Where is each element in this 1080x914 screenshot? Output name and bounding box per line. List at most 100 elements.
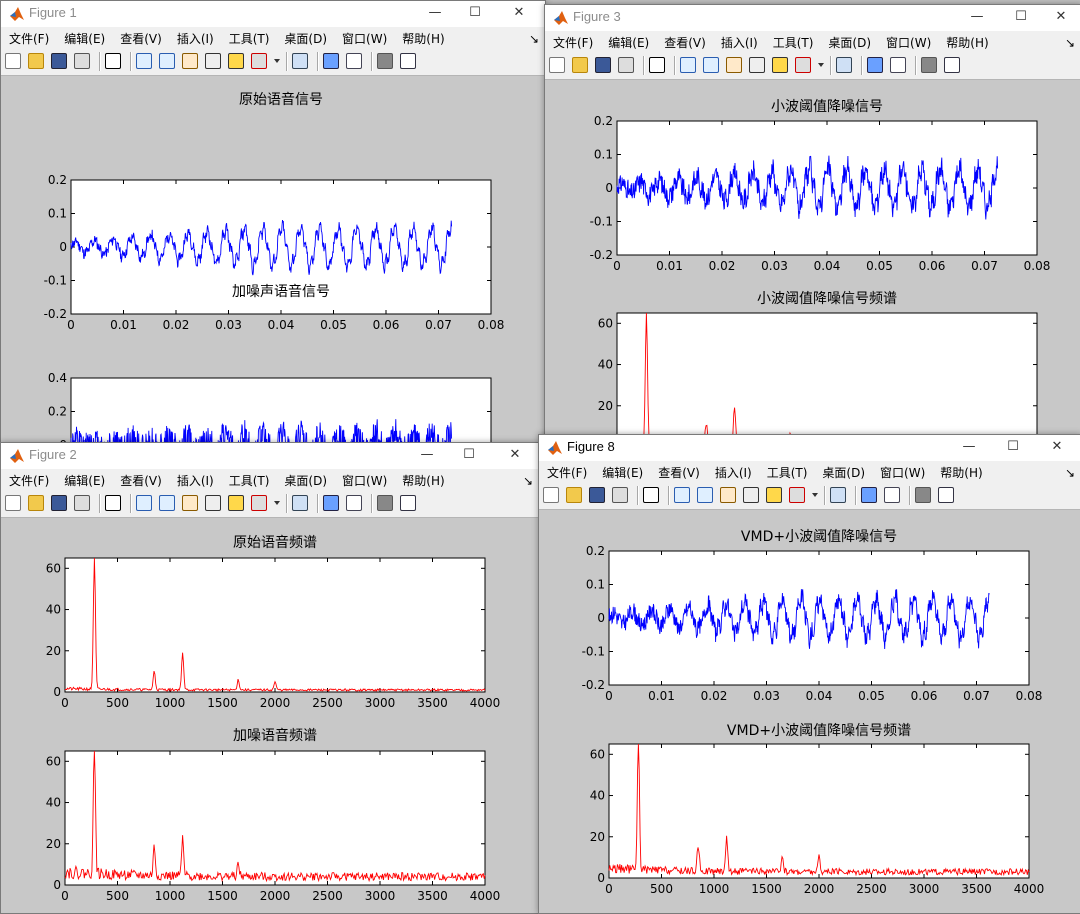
menu-file[interactable]: 文件(F) — [553, 31, 593, 51]
zoom-out-icon[interactable] — [703, 57, 719, 73]
dropdown-arrow-icon[interactable] — [818, 63, 824, 67]
menu-tools[interactable]: 工具(T) — [229, 469, 270, 489]
zoom-in-icon[interactable] — [136, 495, 152, 511]
show-tools-icon[interactable] — [400, 53, 416, 69]
menu-tools[interactable]: 工具(T) — [767, 461, 808, 481]
print-icon[interactable] — [612, 487, 628, 503]
brush-icon[interactable] — [251, 53, 267, 69]
menu-window[interactable]: 窗口(W) — [886, 31, 931, 51]
open-file-icon[interactable] — [28, 495, 44, 511]
show-tools-icon[interactable] — [400, 495, 416, 511]
menu-desktop[interactable]: 桌面(D) — [828, 31, 871, 51]
link-plot-icon[interactable] — [292, 53, 308, 69]
colorbar-icon[interactable] — [867, 57, 883, 73]
menu-window[interactable]: 窗口(W) — [342, 27, 387, 47]
dropdown-arrow-icon[interactable] — [274, 59, 280, 63]
close-button[interactable]: ✕ — [499, 1, 539, 27]
menu-insert[interactable]: 插入(I) — [715, 461, 752, 481]
menu-insert[interactable]: 插入(I) — [177, 469, 214, 489]
dropdown-arrow-icon[interactable] — [274, 501, 280, 505]
figure-2-window[interactable]: Figure 2 — ☐ ✕ 文件(F) 编辑(E) 查看(V) 插入(I) 工具(T)… — [0, 442, 540, 914]
menu-tools[interactable]: 工具(T) — [229, 27, 270, 47]
menu-desktop[interactable]: 桌面(D) — [284, 469, 327, 489]
edit-plot-icon[interactable] — [105, 53, 121, 69]
print-icon[interactable] — [74, 53, 90, 69]
menu-insert[interactable]: 插入(I) — [721, 31, 758, 51]
title-bar[interactable]: Figure 8 — ☐ ✕ — [539, 435, 1080, 461]
close-button[interactable]: ✕ — [1041, 5, 1080, 31]
data-cursor-icon[interactable] — [772, 57, 788, 73]
menu-help[interactable]: 帮助(H) — [402, 469, 444, 489]
new-figure-icon[interactable] — [5, 53, 21, 69]
legend-icon[interactable] — [346, 53, 362, 69]
maximize-button[interactable]: ☐ — [1001, 5, 1041, 31]
show-tools-icon[interactable] — [944, 57, 960, 73]
brush-icon[interactable] — [795, 57, 811, 73]
menu-help[interactable]: 帮助(H) — [946, 31, 988, 51]
maximize-button[interactable]: ☐ — [449, 443, 489, 469]
rotate-3d-icon[interactable] — [749, 57, 765, 73]
open-file-icon[interactable] — [28, 53, 44, 69]
open-file-icon[interactable] — [572, 57, 588, 73]
menu-desktop[interactable]: 桌面(D) — [822, 461, 865, 481]
minimize-button[interactable]: — — [949, 435, 989, 461]
title-bar[interactable]: Figure 2 — ☐ ✕ — [1, 443, 539, 469]
link-plot-icon[interactable] — [830, 487, 846, 503]
figure-1-window[interactable]: Figure 1 — ☐ ✕ 文件(F) 编辑(E) 查看(V) 插入(I) 工具(T)… — [0, 0, 546, 452]
dock-button[interactable]: ↘ — [1065, 33, 1075, 50]
hide-tools-icon[interactable] — [377, 495, 393, 511]
legend-icon[interactable] — [884, 487, 900, 503]
minimize-button[interactable]: — — [415, 1, 455, 27]
rotate-3d-icon[interactable] — [743, 487, 759, 503]
rotate-3d-icon[interactable] — [205, 495, 221, 511]
rotate-3d-icon[interactable] — [205, 53, 221, 69]
new-figure-icon[interactable] — [543, 487, 559, 503]
menu-view[interactable]: 查看(V) — [664, 31, 706, 51]
print-icon[interactable] — [618, 57, 634, 73]
pan-icon[interactable] — [720, 487, 736, 503]
link-plot-icon[interactable] — [836, 57, 852, 73]
pan-icon[interactable] — [182, 495, 198, 511]
close-button[interactable]: ✕ — [495, 443, 535, 469]
hide-tools-icon[interactable] — [915, 487, 931, 503]
dock-button[interactable]: ↘ — [523, 471, 533, 488]
colorbar-icon[interactable] — [323, 495, 339, 511]
menu-insert[interactable]: 插入(I) — [177, 27, 214, 47]
menu-file[interactable]: 文件(F) — [547, 461, 587, 481]
zoom-in-icon[interactable] — [136, 53, 152, 69]
save-icon[interactable] — [51, 495, 67, 511]
edit-plot-icon[interactable] — [643, 487, 659, 503]
menu-edit[interactable]: 编辑(E) — [64, 27, 105, 47]
menu-tools[interactable]: 工具(T) — [773, 31, 814, 51]
edit-plot-icon[interactable] — [649, 57, 665, 73]
menu-window[interactable]: 窗口(W) — [342, 469, 387, 489]
menu-window[interactable]: 窗口(W) — [880, 461, 925, 481]
title-bar[interactable]: Figure 3 — ☐ ✕ — [545, 5, 1080, 31]
hide-tools-icon[interactable] — [377, 53, 393, 69]
open-file-icon[interactable] — [566, 487, 582, 503]
legend-icon[interactable] — [890, 57, 906, 73]
menu-view[interactable]: 查看(V) — [120, 27, 162, 47]
zoom-out-icon[interactable] — [159, 495, 175, 511]
title-bar[interactable]: Figure 1 — ☐ ✕ — [1, 1, 545, 27]
figure-8-window[interactable]: Figure 8 — ☐ ✕ 文件(F) 编辑(E) 查看(V) 插入(I) 工具(T)… — [538, 434, 1080, 914]
new-figure-icon[interactable] — [5, 495, 21, 511]
zoom-out-icon[interactable] — [159, 53, 175, 69]
brush-icon[interactable] — [789, 487, 805, 503]
dock-button[interactable]: ↘ — [529, 29, 539, 46]
menu-edit[interactable]: 编辑(E) — [64, 469, 105, 489]
close-button[interactable]: ✕ — [1037, 435, 1077, 461]
save-icon[interactable] — [595, 57, 611, 73]
print-icon[interactable] — [74, 495, 90, 511]
dock-button[interactable]: ↘ — [1065, 463, 1075, 480]
menu-view[interactable]: 查看(V) — [658, 461, 700, 481]
show-tools-icon[interactable] — [938, 487, 954, 503]
link-plot-icon[interactable] — [292, 495, 308, 511]
figure-3-window[interactable]: Figure 3 — ☐ ✕ 文件(F) 编辑(E) 查看(V) 插入(I) 工具(T)… — [544, 4, 1080, 456]
dropdown-arrow-icon[interactable] — [812, 493, 818, 497]
data-cursor-icon[interactable] — [228, 495, 244, 511]
save-icon[interactable] — [51, 53, 67, 69]
maximize-button[interactable]: ☐ — [993, 435, 1033, 461]
new-figure-icon[interactable] — [549, 57, 565, 73]
menu-help[interactable]: 帮助(H) — [940, 461, 982, 481]
